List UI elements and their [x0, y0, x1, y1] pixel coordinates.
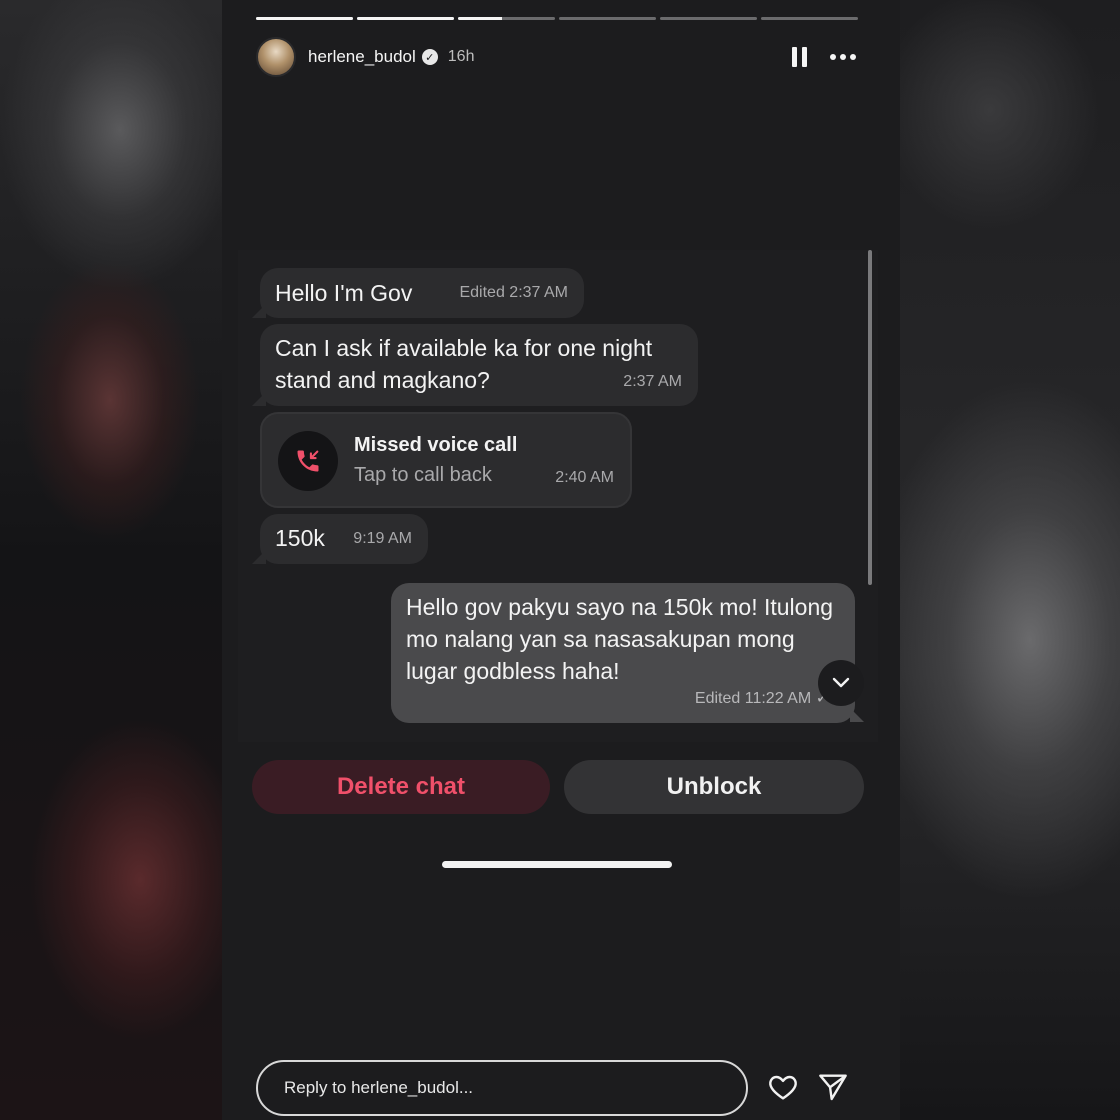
story-viewer[interactable]: herlene_budol ✓ 16h Hello I'm Gov Edited… — [222, 0, 900, 1120]
sent-message-bubble: Hello gov pakyu sayo na 150k mo! Itulong… — [391, 583, 855, 723]
message-timestamp: 2:40 AM — [555, 469, 614, 486]
message-text: Can I ask if available ka for one night … — [275, 335, 653, 393]
story-header: herlene_budol ✓ 16h — [256, 36, 856, 78]
scroll-down-button[interactable] — [818, 660, 864, 706]
blurred-background-right — [900, 0, 1120, 1120]
message-timestamp: Edited 2:37 AM — [459, 284, 568, 301]
reply-placeholder: Reply to herlene_budol... — [284, 1078, 474, 1097]
chevron-down-icon — [832, 677, 850, 688]
message-text: 150k — [275, 525, 325, 551]
missed-call-bubble[interactable]: Missed voice call Tap to call back 2:40 … — [260, 412, 632, 508]
story-progress-bar — [256, 17, 858, 21]
pause-icon[interactable] — [790, 47, 808, 67]
reply-input[interactable]: Reply to herlene_budol... — [256, 1060, 748, 1116]
bubble-tail — [850, 708, 864, 722]
progress-segment — [256, 17, 353, 20]
message-timestamp: Edited 11:22 AM ✓ — [694, 690, 829, 707]
message-text: Hello I'm Gov — [275, 280, 413, 306]
progress-segment — [458, 17, 555, 20]
avatar[interactable] — [256, 37, 296, 77]
more-options-icon[interactable] — [830, 54, 856, 60]
home-indicator — [442, 861, 672, 868]
message-bubble: Hello I'm Gov Edited 2:37 AM — [260, 268, 584, 318]
verified-badge-icon: ✓ — [421, 49, 438, 65]
story-timestamp: 16h — [447, 48, 475, 65]
call-back-hint: Tap to call back — [354, 464, 492, 486]
scrollbar[interactable] — [868, 250, 872, 585]
message-timestamp: 9:19 AM — [353, 530, 412, 547]
heart-icon[interactable] — [767, 1071, 799, 1103]
send-icon[interactable] — [817, 1071, 849, 1103]
blurred-background-left — [0, 0, 222, 1120]
delete-chat-button[interactable]: Delete chat — [252, 760, 550, 814]
message-bubble: 150k 9:19 AM — [260, 514, 428, 564]
username[interactable]: herlene_budol — [308, 47, 416, 67]
progress-segment — [761, 17, 858, 20]
chat-screenshot: Hello I'm Gov Edited 2:37 AM Can I ask i… — [238, 250, 878, 742]
missed-call-title: Missed voice call — [354, 434, 518, 456]
missed-call-icon — [278, 431, 338, 491]
message-timestamp: 2:37 AM — [623, 373, 682, 390]
unblock-button[interactable]: Unblock — [564, 760, 864, 814]
progress-segment — [357, 17, 454, 20]
progress-segment — [660, 17, 757, 20]
message-text: Hello gov pakyu sayo na 150k mo! Itulong… — [406, 594, 834, 684]
progress-segment — [559, 17, 656, 20]
message-bubble: Can I ask if available ka for one night … — [260, 324, 698, 406]
